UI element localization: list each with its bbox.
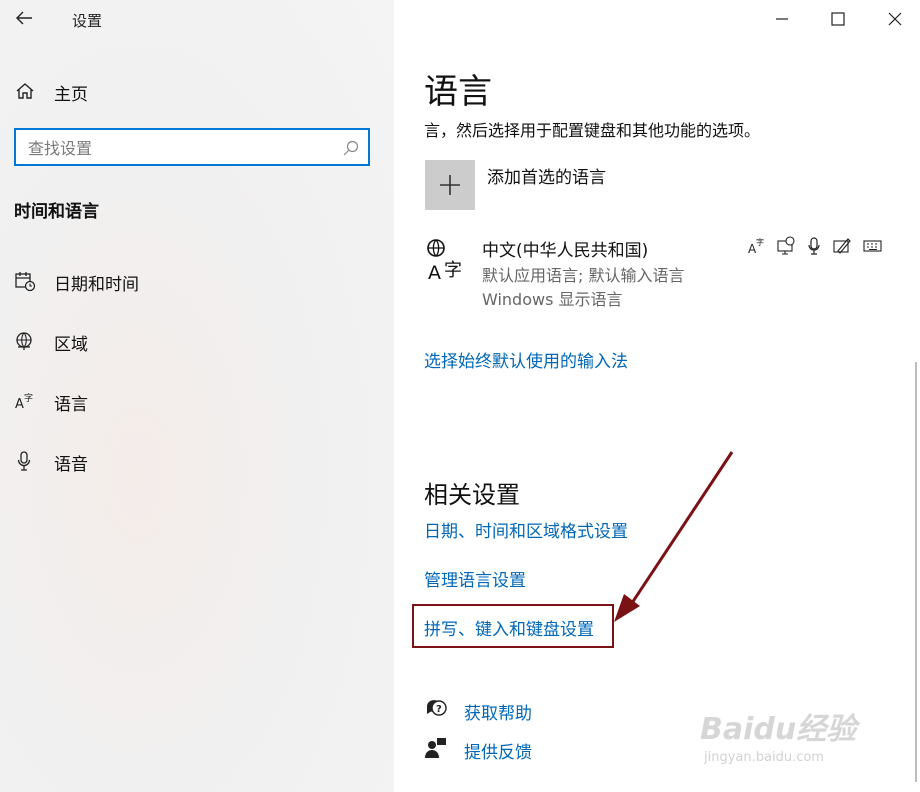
- add-language-label[interactable]: 添加首选的语言: [487, 163, 606, 188]
- get-help-link[interactable]: 获取帮助: [464, 699, 532, 724]
- related-settings-heading: 相关设置: [424, 481, 520, 509]
- back-arrow-icon[interactable]: [12, 6, 36, 30]
- feedback-link[interactable]: 提供反馈: [464, 738, 532, 763]
- sidebar-item-label: 日期和时间: [54, 275, 139, 295]
- get-help-icon[interactable]: ?: [424, 696, 448, 720]
- sidebar-item-label: 语言: [54, 395, 88, 415]
- annotation-highlight-box: [412, 604, 614, 648]
- handwriting-icon: [833, 238, 851, 254]
- text-to-speech-icon: [777, 236, 795, 255]
- sidebar-item-speech[interactable]: 语音: [0, 440, 394, 484]
- add-language-button[interactable]: [425, 160, 475, 210]
- search-input[interactable]: [26, 136, 330, 160]
- sidebar-item-date-time[interactable]: 日期和时间: [0, 260, 394, 304]
- svg-text:?: ?: [436, 704, 442, 715]
- input-method-link[interactable]: 选择始终默认使用的输入法: [424, 347, 628, 372]
- svg-text:字: 字: [24, 392, 33, 404]
- sidebar-item-label: 区域: [54, 335, 88, 355]
- language-detail: 默认应用语言; 默认输入语言: [482, 266, 685, 285]
- app-title: 设置: [72, 12, 103, 30]
- maximize-button[interactable]: [820, 6, 856, 34]
- language-name[interactable]: 中文(中华人民共和国): [482, 236, 648, 261]
- page-title: 语言: [424, 72, 492, 112]
- svg-text:A: A: [428, 262, 441, 282]
- home-icon: [14, 80, 36, 102]
- sidebar-item-language[interactable]: A字 语言: [0, 380, 394, 424]
- microphone-icon: [14, 450, 36, 472]
- language-detail: Windows 显示语言: [482, 290, 623, 309]
- language-glyph-icon: A 字: [426, 238, 470, 282]
- related-link-date-time-region[interactable]: 日期、时间和区域格式设置: [424, 517, 628, 542]
- display-language-icon: A 字: [748, 237, 764, 256]
- svg-text:A: A: [15, 397, 24, 412]
- sidebar-item-label: 主页: [54, 85, 88, 105]
- sidebar: 设置 主页 时间和语言 日期和时间 区域 A字 语言 语音: [0, 0, 394, 792]
- sidebar-item-region[interactable]: 区域: [0, 320, 394, 364]
- scrollbar[interactable]: [915, 362, 917, 782]
- watermark: Baidu经验: [700, 712, 857, 747]
- plus-icon: [425, 160, 475, 210]
- language-icon: A字: [14, 390, 36, 412]
- close-button[interactable]: [876, 6, 912, 34]
- related-link-manage-language[interactable]: 管理语言设置: [424, 566, 526, 591]
- search-icon[interactable]: [342, 139, 360, 157]
- svg-text:字: 字: [444, 260, 462, 281]
- minimize-button[interactable]: [764, 6, 800, 34]
- sidebar-item-label: 语音: [54, 455, 88, 475]
- watermark-sub: jingyan.baidu.com: [704, 750, 824, 765]
- language-feature-icons: A 字: [746, 235, 886, 257]
- globe-icon: [14, 330, 36, 352]
- speech-recognition-icon: [808, 237, 820, 255]
- annotation-arrow: [600, 448, 740, 628]
- calendar-clock-icon: [14, 270, 36, 292]
- sidebar-group-heading: 时间和语言: [14, 202, 99, 222]
- sidebar-item-home[interactable]: 主页: [0, 70, 394, 114]
- keyboard-icon: [863, 240, 882, 252]
- search-box[interactable]: [14, 128, 370, 166]
- page-description: 言，然后选择用于配置键盘和其他功能的选项。: [424, 121, 761, 140]
- svg-text:字: 字: [756, 237, 764, 247]
- feedback-icon[interactable]: [424, 736, 448, 760]
